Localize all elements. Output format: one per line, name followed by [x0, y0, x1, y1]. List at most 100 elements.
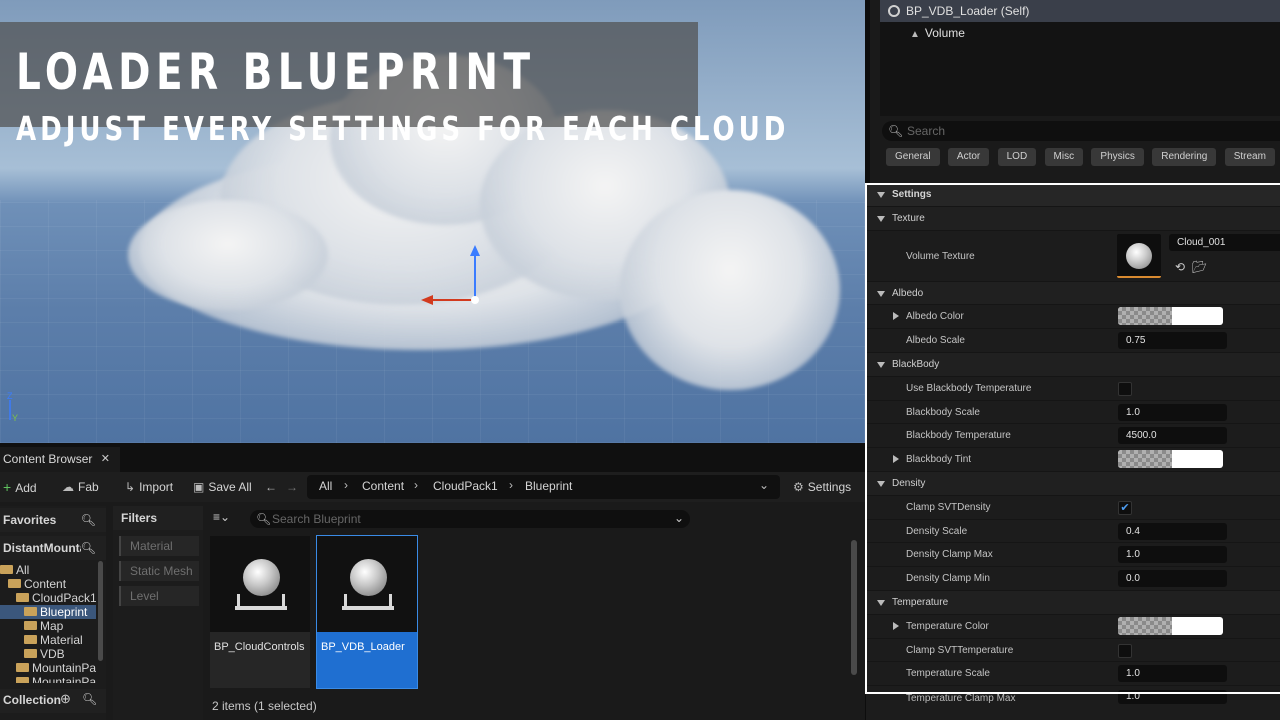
blackbody-temp-input[interactable]: 4500.0 [1118, 427, 1227, 445]
albedo-scale-input[interactable]: 0.75 [1118, 332, 1227, 350]
tab-misc[interactable]: Misc [1044, 148, 1084, 166]
blackbody-tint-row: Blackbody Tint [866, 448, 1280, 472]
asset-scrollbar[interactable] [851, 540, 857, 675]
texture-thumbnail[interactable] [1117, 233, 1161, 278]
density-clamp-max-input[interactable]: 1.0 [1118, 546, 1227, 564]
blackbody-tint-swatch[interactable] [1118, 450, 1223, 469]
tab-physics[interactable]: Physics [1091, 148, 1144, 166]
asset-tile-bp-vdb-loader[interactable]: BP_VDB_Loader [316, 535, 418, 689]
breadcrumb-cloudpack[interactable]: CloudPack1 [433, 479, 498, 493]
group-density[interactable]: Density [866, 471, 1280, 496]
breadcrumb-all[interactable]: All [319, 479, 332, 493]
temperature-color-swatch[interactable] [1118, 616, 1223, 635]
temperature-clamp-max-input[interactable]: 1.0 [1118, 690, 1227, 704]
chevron-down-icon[interactable]: ⌄ [759, 478, 769, 492]
tree-item-cloudpack[interactable]: CloudPack1 [0, 591, 96, 605]
tree-item-vdb[interactable]: VDB [0, 647, 96, 661]
settings-button[interactable]: ⚙︎ Settings [793, 479, 851, 497]
tree-item-blueprint[interactable]: Blueprint [0, 605, 96, 619]
folder-icon [16, 663, 29, 672]
breadcrumb-content[interactable]: Content [362, 479, 404, 493]
tree-scrollbar[interactable] [98, 561, 103, 661]
tree-item-label: Map [40, 619, 64, 633]
tree-item-map[interactable]: Map [0, 619, 96, 633]
blackbody-scale-input[interactable]: 1.0 [1118, 403, 1227, 421]
search-icon[interactable]: 🔍︎ [81, 508, 96, 532]
group-albedo[interactable]: Albedo [866, 281, 1280, 306]
search-icon[interactable]: 🔍︎ [81, 536, 96, 560]
volume-texture-picker[interactable]: Cloud_001 [1169, 233, 1280, 251]
tab-streaming[interactable]: Stream [1224, 148, 1275, 166]
breadcrumb-blueprint[interactable]: Blueprint [525, 479, 572, 493]
save-all-button[interactable]: ▣ Save All [193, 479, 252, 497]
expand-arrow-icon[interactable] [893, 455, 899, 464]
use-blackbody-row: Use Blackbody Temperature [866, 377, 1280, 401]
tree-item-mountainpack-2[interactable]: MountainPa [0, 675, 96, 683]
temperature-scale-label: Temperature Scale [906, 668, 990, 680]
filter-icon[interactable]: ≡⌄ [213, 510, 230, 524]
filter-level[interactable]: Level [119, 586, 199, 606]
tab-rendering[interactable]: Rendering [1152, 148, 1217, 166]
albedo-scale-label: Albedo Scale [906, 335, 965, 347]
close-icon[interactable]: ✕ [101, 447, 110, 472]
tab-general[interactable]: General [886, 148, 940, 166]
group-texture-label: Texture [892, 212, 925, 224]
import-button[interactable]: ↳ Import [125, 479, 173, 497]
favorites-header[interactable]: Favorites 🔍︎ [0, 508, 106, 532]
use-blackbody-checkbox[interactable] [1118, 381, 1132, 396]
filter-material[interactable]: Material [119, 536, 199, 556]
axis-indicator: Z Y [7, 391, 18, 423]
asset-tile-bp-cloudcontrols[interactable]: BP_CloudControls [210, 536, 310, 688]
tab-lod[interactable]: LOD [997, 148, 1037, 166]
details-search[interactable]: 🔍︎ Search [882, 121, 1280, 141]
overlay-title: LOADER BLUEPRINT [16, 43, 536, 101]
group-texture[interactable]: Texture [866, 206, 1280, 231]
expand-arrow-icon[interactable] [893, 621, 899, 630]
content-browser-tab-label: Content Browser [3, 452, 93, 466]
tab-content-browser[interactable]: Content Browser ✕ [0, 447, 120, 472]
clamp-svt-density-row: Clamp SVTDensity ✔ [866, 496, 1280, 520]
search-icon[interactable]: 🔍︎ [82, 692, 97, 706]
tree-item-mountainpack-1[interactable]: MountainPa [0, 661, 96, 675]
add-collection-icon[interactable]: ⊕ [60, 691, 71, 707]
group-temperature[interactable]: Temperature [866, 590, 1280, 615]
temperature-clamp-max-label: Temperature Clamp Max [906, 693, 1016, 704]
clamp-svt-temperature-checkbox[interactable] [1118, 643, 1132, 658]
breadcrumb-sep-icon[interactable]: › [414, 478, 418, 492]
fab-button[interactable]: ☁︎ Fab [62, 479, 99, 497]
tree-item-content[interactable]: Content [0, 577, 96, 591]
group-blackbody[interactable]: BlackBody [866, 352, 1280, 377]
density-clamp-min-input[interactable]: 0.0 [1118, 570, 1227, 588]
breadcrumb-sep-icon[interactable]: › [509, 478, 513, 492]
section-settings[interactable]: Settings [866, 183, 1280, 207]
history-back-button[interactable]: ← [265, 479, 281, 497]
component-root[interactable]: BP_VDB_Loader (Self) [880, 0, 1280, 22]
add-button[interactable]: + Add [3, 479, 37, 497]
asset-search-input[interactable]: 🔍︎ Search Blueprint ⌄ [250, 510, 690, 528]
tab-actor[interactable]: Actor [947, 148, 990, 166]
browse-folder-icon[interactable]: 📂︎ [1192, 260, 1207, 274]
component-volume[interactable]: ▲ Volume [880, 22, 1280, 44]
title-overlay: LOADER BLUEPRINT ADJUST EVERY SETTINGS F… [0, 22, 785, 148]
history-forward-button[interactable]: → [286, 479, 302, 497]
tree-item-material[interactable]: Material [0, 633, 96, 647]
sources-panel: Favorites 🔍︎ DistantMountai 🔍︎ All Conte… [0, 506, 106, 720]
clamp-svt-density-checkbox[interactable]: ✔ [1118, 500, 1132, 515]
temperature-scale-input[interactable]: 1.0 [1118, 665, 1227, 683]
transform-gizmo[interactable] [415, 242, 485, 312]
chevron-down-icon[interactable]: ⌄ [674, 511, 684, 525]
group-temperature-label: Temperature [892, 596, 949, 608]
project-header[interactable]: DistantMountai 🔍︎ [0, 536, 106, 560]
breadcrumb-sep-icon[interactable]: › [344, 478, 348, 492]
volume-texture-row: Volume Texture Cloud_001 ⟲ 📂︎ [866, 230, 1280, 282]
level-viewport[interactable]: Z Y LOADER BLUEPRINT ADJUST EVERY SETTIN… [0, 0, 865, 443]
reset-arrow-icon[interactable]: ⟲ [1173, 260, 1187, 274]
density-scale-input[interactable]: 0.4 [1118, 522, 1227, 540]
expand-arrow-icon[interactable] [893, 312, 899, 321]
tree-item-all[interactable]: All [0, 563, 96, 577]
albedo-color-swatch[interactable] [1118, 307, 1223, 326]
use-blackbody-label: Use Blackbody Temperature [906, 382, 1032, 394]
filter-static-mesh[interactable]: Static Mesh [119, 561, 199, 581]
folder-icon [24, 635, 37, 644]
collections-header[interactable]: Collection ⊕ 🔍︎ [0, 689, 106, 713]
